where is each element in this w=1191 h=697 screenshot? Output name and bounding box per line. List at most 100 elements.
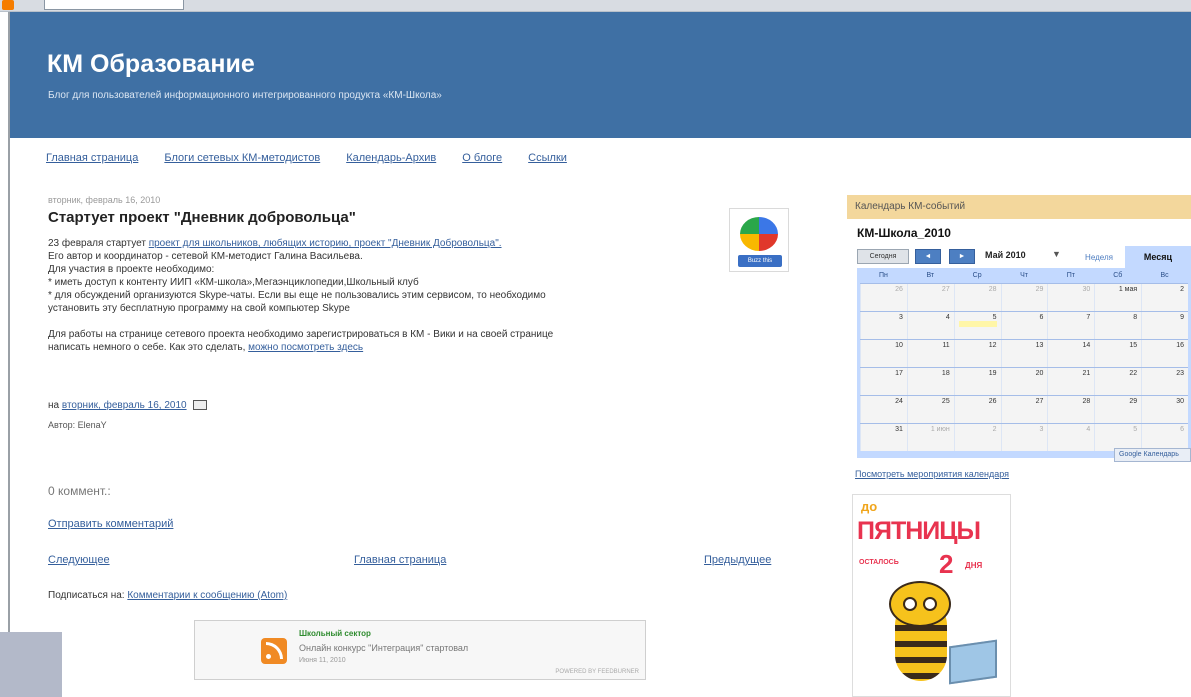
calendar-day[interactable]: 18 <box>906 368 954 395</box>
calendar-day[interactable]: 1 июн <box>906 424 954 451</box>
post-line: Для участия в проекте необходимо: <box>48 264 215 275</box>
calendar-day[interactable]: 1 мая <box>1094 284 1142 311</box>
post-line: Его автор и координатор - сетевой КМ-мет… <box>48 251 363 262</box>
calendar-day[interactable]: 17 <box>860 368 907 395</box>
post-date: вторник, февраль 16, 2010 <box>48 195 161 205</box>
calendar-day[interactable]: 2 <box>1141 284 1189 311</box>
post-body: 23 февраля стартует проект для школьнико… <box>48 237 788 354</box>
tab-week[interactable]: Неделя <box>1075 247 1123 268</box>
tab-links[interactable]: Ссылки <box>528 152 567 164</box>
tab-calendar-archive[interactable]: Календарь-Архив <box>346 152 436 164</box>
tab-method-blogs[interactable]: Блоги сетевых КМ-методистов <box>164 152 320 164</box>
atom-feed-link[interactable]: Комментарии к сообщению (Atom) <box>127 590 287 601</box>
calendar-toolbar: Сегодня ◄ ► Май 2010 ▼ Неделя Месяц <box>857 246 1191 268</box>
calendar-day[interactable]: 19 <box>953 368 1001 395</box>
calendar-day[interactable]: 4 <box>1047 424 1095 451</box>
weekday-label: Чт <box>1020 272 1028 279</box>
bee-head-icon <box>889 581 951 627</box>
calendar-day[interactable]: 28 <box>1047 396 1095 423</box>
tab-home[interactable]: Главная страница <box>46 152 138 164</box>
current-month-label: Май 2010 <box>985 250 1026 260</box>
feed-source[interactable]: Школьный сектор <box>299 629 371 638</box>
calendar-day[interactable]: 27 <box>1000 396 1048 423</box>
calendar-day[interactable]: 9 <box>1141 312 1189 339</box>
calendar-widget-header: Календарь КМ-событий <box>847 195 1191 219</box>
countdown-prefix: до <box>861 499 878 514</box>
google-calendar-badge[interactable]: Google Календарь <box>1114 448 1191 462</box>
blog-page: КМ Образование Блог для пользователей ин… <box>0 0 1191 697</box>
tab-month[interactable]: Месяц <box>1125 246 1191 268</box>
next-month-button[interactable]: ► <box>949 249 975 264</box>
calendar-day[interactable]: 30 <box>1141 396 1189 423</box>
post-title[interactable]: Стартует проект "Дневник добровольца" <box>48 209 356 226</box>
feed-item-title[interactable]: Онлайн конкурс "Интеграция" стартовал <box>299 643 468 653</box>
friday-countdown-widget[interactable]: до ПЯТНИЦЫ ОСТАЛОСЬ 2 ДНЯ <box>852 494 1011 697</box>
calendar-day[interactable]: 26 <box>953 396 1001 423</box>
calendar-day[interactable]: 7 <box>1047 312 1095 339</box>
calendar-day[interactable]: 6 <box>1000 312 1048 339</box>
post-footer: на вторник, февраль 16, 2010 <box>48 400 207 411</box>
calendar-day[interactable]: 4 <box>906 312 954 339</box>
calendar-day[interactable]: 22 <box>1094 368 1142 395</box>
calendar-day[interactable]: 16 <box>1141 340 1189 367</box>
calendar-day[interactable]: 26 <box>860 284 907 311</box>
feed-powered-by: POWERED BY FEEDBURNER <box>555 669 639 675</box>
countdown-left-label: ОСТАЛОСЬ <box>859 559 899 566</box>
calendar-day[interactable]: 2 <box>953 424 1001 451</box>
calendar-day[interactable]: 3 <box>1000 424 1048 451</box>
weekday-label: Пт <box>1066 272 1075 279</box>
page-tabs: Главная страница Блоги сетевых КМ-методи… <box>46 152 567 164</box>
navbar-search-input[interactable] <box>44 0 184 10</box>
newer-post-link[interactable]: Следующее <box>48 554 110 566</box>
calendar-day[interactable]: 24 <box>860 396 907 423</box>
calendar-day[interactable]: 28 <box>953 284 1001 311</box>
subscribe-line: Подписаться на: Комментарии к сообщению … <box>48 590 287 601</box>
howto-link[interactable]: можно посмотреть здесь <box>248 342 363 353</box>
blogger-navbar <box>0 0 1191 12</box>
post-text: 23 февраля стартует <box>48 238 149 249</box>
calendar-day[interactable]: 6 <box>1141 424 1189 451</box>
calendar-day[interactable]: 25 <box>906 396 954 423</box>
calendar-day[interactable]: 12 <box>953 340 1001 367</box>
calendar-week-row: 24 25 26 27 28 29 30 <box>860 395 1189 423</box>
email-post-icon[interactable] <box>192 400 207 411</box>
overlay-block <box>0 632 62 697</box>
post-author: Автор: ElenaY <box>48 420 107 430</box>
home-link[interactable]: Главная страница <box>354 554 446 566</box>
send-comment-link[interactable]: Отправить комментарий <box>48 518 173 530</box>
calendar-day[interactable]: 11 <box>906 340 954 367</box>
calendar-day[interactable]: 3 <box>860 312 907 339</box>
calendar-day[interactable]: 5 <box>1094 424 1142 451</box>
calendar-day[interactable]: 27 <box>906 284 954 311</box>
blogger-logo-icon[interactable] <box>2 0 14 10</box>
post-permalink[interactable]: вторник, февраль 16, 2010 <box>62 400 187 411</box>
chevron-down-icon[interactable]: ▼ <box>1052 249 1061 259</box>
calendar-day[interactable]: 31 <box>860 424 907 451</box>
weekday-label: Вт <box>926 272 935 279</box>
comments-count: 0 коммент.: <box>48 484 111 498</box>
blog-title[interactable]: КМ Образование <box>47 50 255 79</box>
countdown-title: ПЯТНИЦЫ <box>857 517 981 545</box>
older-post-link[interactable]: Предыдущее <box>704 554 771 566</box>
project-link[interactable]: проект для школьников, любящих историю, … <box>149 238 502 249</box>
calendar-day[interactable]: 14 <box>1047 340 1095 367</box>
calendar-day[interactable]: 20 <box>1000 368 1048 395</box>
calendar-day[interactable]: 21 <box>1047 368 1095 395</box>
calendar-day[interactable]: 10 <box>860 340 907 367</box>
calendar-day[interactable]: 30 <box>1047 284 1095 311</box>
view-calendar-events-link[interactable]: Посмотреть мероприятия календаря <box>855 469 1009 479</box>
tab-about[interactable]: О блоге <box>462 152 502 164</box>
post-line: Для работы на странице сетевого проекта … <box>48 329 554 340</box>
post-line: * для обсуждений организуются Skype-чаты… <box>48 290 546 301</box>
feedburner-widget[interactable]: Школьный сектор Онлайн конкурс "Интеграц… <box>194 620 646 680</box>
calendar-day[interactable]: 29 <box>1000 284 1048 311</box>
calendar-day[interactable]: 13 <box>1000 340 1048 367</box>
calendar-day[interactable]: 15 <box>1094 340 1142 367</box>
calendar-day[interactable]: 8 <box>1094 312 1142 339</box>
prev-month-button[interactable]: ◄ <box>915 249 941 264</box>
calendar-day-today[interactable]: 5 <box>953 312 1001 339</box>
calendar-day[interactable]: 29 <box>1094 396 1142 423</box>
calendar-week-row: 10 11 12 13 14 15 16 <box>860 339 1189 367</box>
calendar-day[interactable]: 23 <box>1141 368 1189 395</box>
today-button[interactable]: Сегодня <box>857 249 909 264</box>
